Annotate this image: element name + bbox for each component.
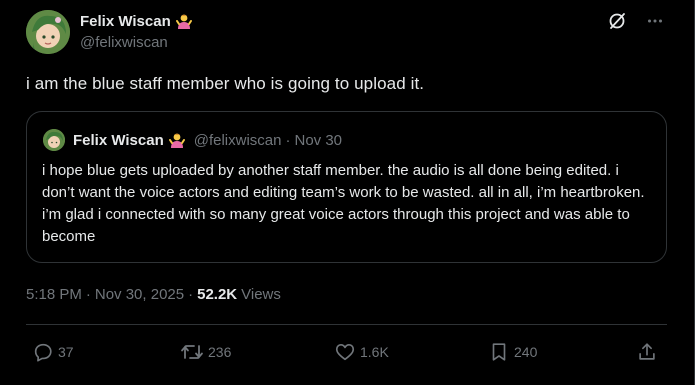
author-handle[interactable]: @felixwiscan: [80, 34, 168, 51]
post-meta: 5:18 PM · Nov 30, 2025 · 52.2K Views: [26, 286, 281, 303]
quoted-author-name[interactable]: Felix Wiscan: [73, 132, 164, 149]
action-bar: 37 236 1.6K 240: [26, 337, 667, 367]
bookmark-button[interactable]: 240: [488, 337, 537, 367]
quoted-text: i hope blue gets uploaded by another sta…: [42, 162, 645, 245]
quoted-author-handle[interactable]: @felixwiscan: [194, 132, 282, 149]
quoted-header: Felix Wiscan @felixwiscan · Nov 30: [73, 131, 342, 149]
separator-dot: ·: [85, 286, 91, 303]
reply-count: 37: [58, 344, 74, 360]
like-icon: [334, 341, 356, 363]
post-text: i am the blue staff member who is going …: [26, 74, 425, 93]
separator-dot: ·: [188, 286, 194, 303]
post-time[interactable]: 5:18 PM: [26, 286, 82, 303]
repost-count: 236: [208, 344, 232, 360]
reply-icon: [32, 341, 54, 363]
like-count: 1.6K: [360, 344, 389, 360]
author-avatar[interactable]: [26, 10, 70, 54]
author-name-row[interactable]: Felix Wiscan: [80, 12, 193, 30]
divider: [26, 324, 667, 325]
bookmark-icon: [488, 341, 510, 363]
grok-icon[interactable]: [606, 10, 628, 32]
bookmark-count: 240: [514, 344, 538, 360]
share-button[interactable]: [636, 337, 658, 367]
quoted-author-avatar[interactable]: [43, 129, 65, 151]
quoted-date[interactable]: Nov 30: [295, 132, 343, 149]
share-icon: [636, 341, 658, 363]
more-icon[interactable]: [644, 10, 666, 32]
views-label: Views: [241, 286, 281, 303]
separator-dot: ·: [285, 131, 291, 149]
author-name[interactable]: Felix Wiscan: [80, 13, 171, 30]
quoted-post[interactable]: Felix Wiscan @felixwiscan · Nov 30 i hop…: [26, 111, 667, 263]
shrug-emoji-icon: [175, 12, 193, 30]
post: Felix Wiscan @felixwiscan i am the blue …: [0, 0, 695, 385]
post-date[interactable]: Nov 30, 2025: [95, 286, 184, 303]
shrug-emoji-icon: [168, 131, 186, 149]
reply-button[interactable]: 37: [32, 337, 74, 367]
repost-icon: [180, 341, 204, 363]
top-actions: [606, 10, 666, 32]
repost-button[interactable]: 236: [180, 337, 231, 367]
views-count: 52.2K: [197, 286, 238, 303]
like-button[interactable]: 1.6K: [334, 337, 389, 367]
